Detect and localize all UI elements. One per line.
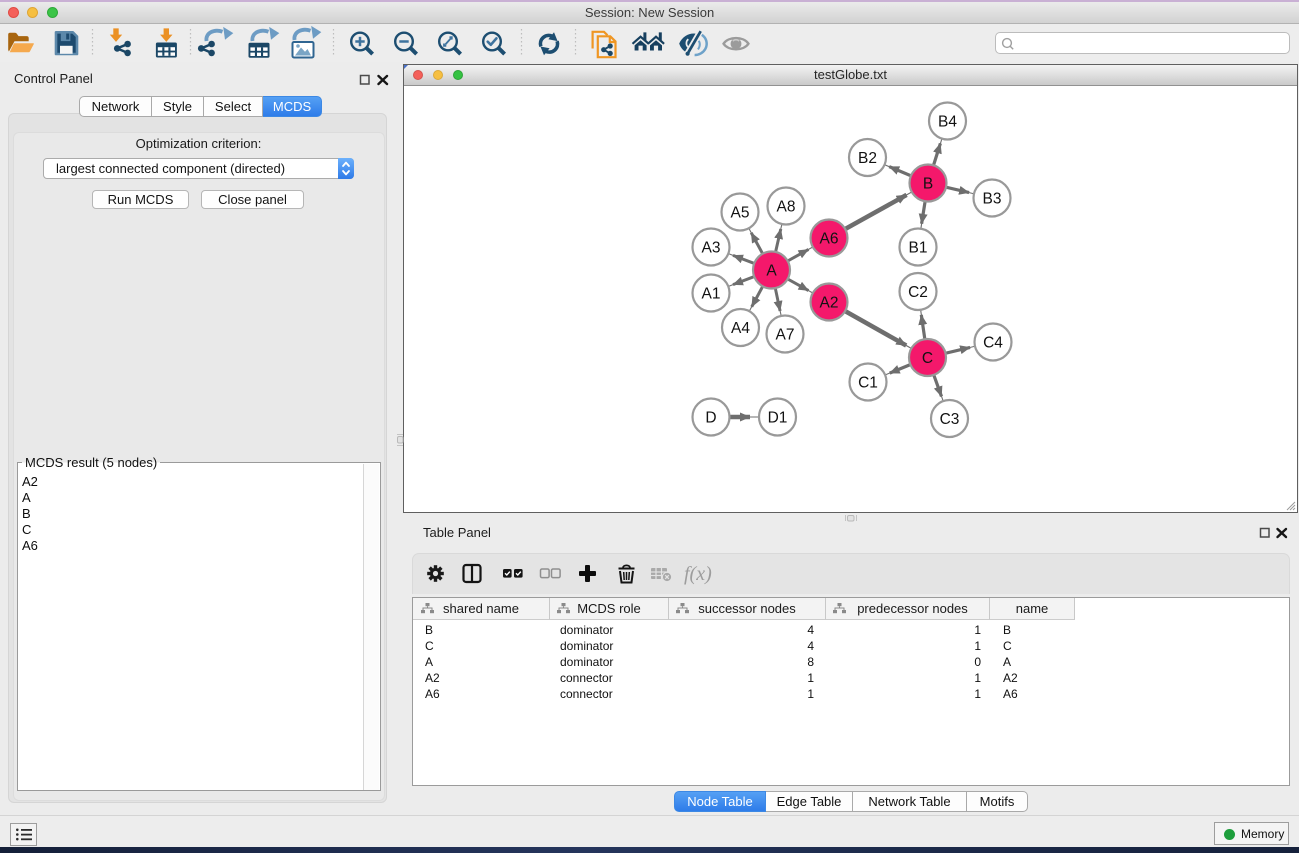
svg-text:C3: C3 [940, 411, 960, 428]
svg-text:A8: A8 [777, 198, 796, 215]
svg-text:D1: D1 [768, 409, 788, 426]
svg-text:A3: A3 [702, 239, 721, 256]
svg-text:B2: B2 [858, 150, 877, 167]
svg-text:A5: A5 [731, 204, 750, 221]
svg-text:C: C [922, 350, 933, 367]
svg-text:B1: B1 [909, 239, 928, 256]
svg-text:A2: A2 [820, 294, 839, 311]
svg-text:A: A [766, 262, 777, 279]
svg-text:C4: C4 [983, 334, 1003, 351]
svg-text:C2: C2 [908, 284, 928, 301]
svg-text:B4: B4 [938, 113, 957, 130]
svg-text:C1: C1 [858, 374, 878, 391]
svg-text:B3: B3 [983, 190, 1002, 207]
svg-text:A6: A6 [820, 230, 839, 247]
svg-text:f(x): f(x) [684, 563, 712, 585]
svg-text:B: B [923, 175, 933, 192]
svg-text:A7: A7 [776, 326, 795, 343]
svg-text:D: D [705, 409, 716, 426]
svg-text:A1: A1 [702, 285, 721, 302]
svg-text:A4: A4 [731, 320, 750, 337]
